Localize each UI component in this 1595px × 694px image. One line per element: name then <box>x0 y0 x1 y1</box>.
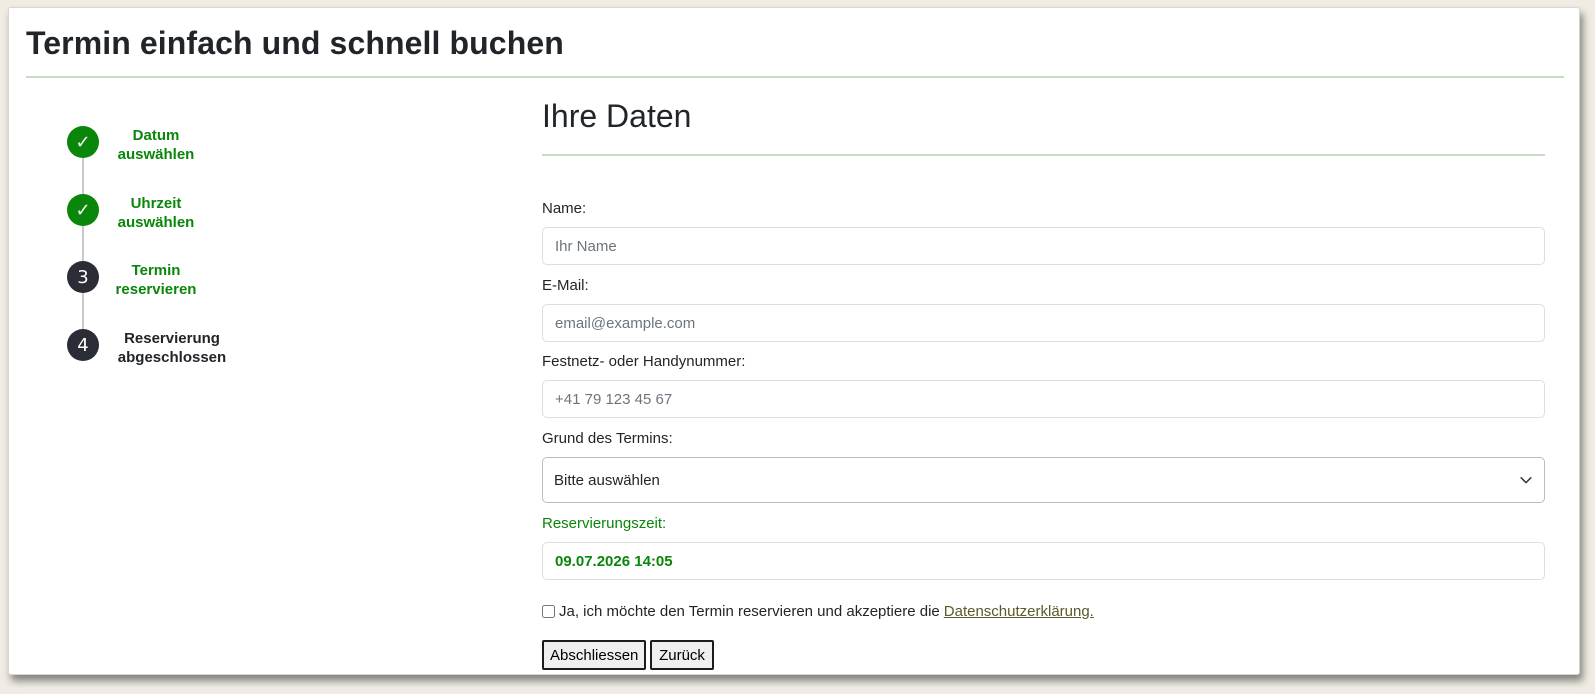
name-input[interactable] <box>542 227 1545 265</box>
progress-stepper: ✓ Datum auswählen ✓ Uhrzeit auswählen 3 … <box>67 126 287 376</box>
step-reserve: 3 Termin reservieren <box>67 261 307 311</box>
step-date: ✓ Datum auswählen <box>67 126 307 176</box>
step-label-line: auswählen <box>117 214 195 231</box>
step-label: Uhrzeit auswählen <box>102 194 210 232</box>
step-label-line: Reservierung <box>124 330 220 347</box>
section-divider <box>542 154 1545 156</box>
reservation-time-label: Reservierungszeit: <box>542 515 667 532</box>
step-label-line: abgeschlossen <box>117 349 227 366</box>
step-label-line: auswählen <box>117 146 195 163</box>
email-label: E-Mail: <box>542 277 589 294</box>
reason-selected-value: Bitte auswählen <box>554 471 660 489</box>
reservation-time-value: 09.07.2026 14:05 <box>542 542 1545 580</box>
reason-label: Grund des Termins: <box>542 430 673 447</box>
email-input[interactable] <box>542 304 1545 342</box>
step-label: Termin reservieren <box>102 261 210 299</box>
consent-text: Ja, ich möchte den Termin reservieren un… <box>559 603 940 620</box>
booking-card: Termin einfach und schnell buchen ✓ Datu… <box>8 7 1580 675</box>
step-label-line: reservieren <box>115 281 197 298</box>
check-icon: ✓ <box>67 126 99 158</box>
back-button[interactable]: Zurück <box>650 640 714 670</box>
step-label: Reservierung abgeschlossen <box>109 329 235 367</box>
reason-select[interactable]: Bitte auswählen <box>542 457 1545 503</box>
phone-input[interactable] <box>542 380 1545 418</box>
step-number: 4 <box>67 329 99 361</box>
step-label-line: Uhrzeit <box>130 195 182 212</box>
step-complete: 4 Reservierung abgeschlossen <box>67 329 307 379</box>
chevron-down-icon <box>1520 477 1532 484</box>
step-number: 3 <box>67 261 99 293</box>
step-time: ✓ Uhrzeit auswählen <box>67 194 307 244</box>
consent-checkbox[interactable] <box>542 605 555 618</box>
section-title: Ihre Daten <box>542 98 692 134</box>
check-icon: ✓ <box>67 194 99 226</box>
name-label: Name: <box>542 200 587 217</box>
step-label-line: Datum <box>132 127 180 144</box>
page-title: Termin einfach und schnell buchen <box>26 25 564 61</box>
privacy-policy-link[interactable]: Datenschutzerklärung. <box>944 603 1094 620</box>
title-divider <box>26 76 1564 78</box>
phone-label: Festnetz- oder Handynummer: <box>542 353 746 370</box>
step-label: Datum auswählen <box>102 126 210 164</box>
consent-row: Ja, ich möchte den Termin reservieren un… <box>542 603 1094 620</box>
finish-button[interactable]: Abschliessen <box>542 640 646 670</box>
step-label-line: Termin <box>131 262 181 279</box>
